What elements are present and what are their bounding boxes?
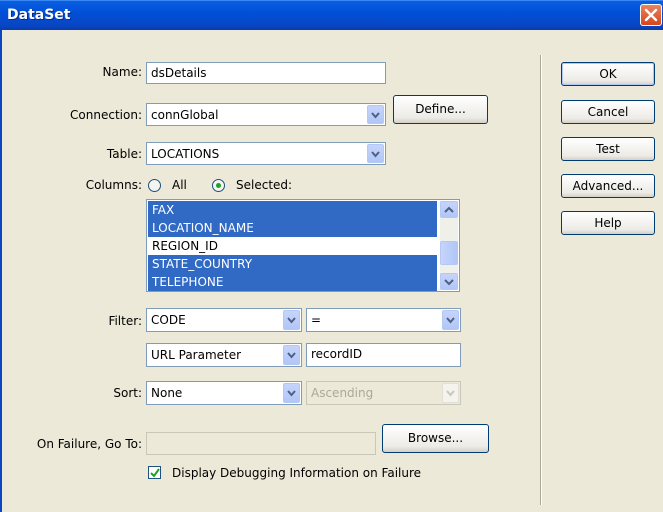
scroll-up-button[interactable] [440,201,458,218]
debug-checkbox-label: Display Debugging Information on Failure [172,466,422,480]
define-button-label: Define... [415,102,466,116]
filter-column-value: CODE [151,313,186,327]
dataset-dialog: DataSet Name: dsDetails Connection: conn… [0,0,663,512]
test-button[interactable]: Test [561,137,655,161]
checkmark-icon [150,468,160,478]
close-button[interactable] [640,4,662,26]
filter-source-select[interactable]: URL Parameter [146,343,302,367]
browse-button[interactable]: Browse... [382,424,489,453]
chevron-up-icon [444,206,454,213]
chevron-down-icon[interactable] [367,144,384,163]
test-button-label: Test [596,142,620,156]
list-item-label: STATE_COUNTRY [152,257,253,271]
columns-label: Columns: [85,178,142,192]
ok-button-label: OK [599,67,617,81]
scroll-thumb[interactable] [440,241,458,265]
window-title: DataSet [7,7,71,23]
cancel-button-label: Cancel [587,105,629,119]
list-item[interactable]: LOCATION_NAME [148,219,437,237]
filter-column-select[interactable]: CODE [146,308,302,332]
sort-column-value: None [151,386,183,400]
on-failure-input [146,432,376,455]
chevron-down-icon[interactable] [283,383,300,403]
chevron-down-icon[interactable] [283,345,300,365]
sort-order-select: Ascending [306,381,461,405]
define-button[interactable]: Define... [393,95,488,124]
connection-select[interactable]: connGlobal [146,103,386,126]
chevron-down-icon [444,279,454,286]
filter-source-value: URL Parameter [151,348,242,362]
connection-value: connGlobal [151,108,219,122]
list-item-label: REGION_ID [152,239,218,253]
table-label: Table: [106,147,142,161]
listbox-scrollbar[interactable] [440,201,458,290]
list-item[interactable]: REGION_ID [148,237,437,255]
columns-selected-label: Selected: [236,178,293,192]
filter-label: Filter: [108,314,142,328]
columns-listbox[interactable]: FAX LOCATION_NAME REGION_ID STATE_COUNTR… [146,199,460,292]
sort-order-value: Ascending [311,386,374,400]
vertical-divider [540,55,542,505]
list-item-label: TELEPHONE [152,275,224,289]
debug-checkbox[interactable] [148,466,161,479]
chevron-down-icon[interactable] [367,105,384,124]
browse-button-label: Browse... [407,431,464,445]
filter-operator-value: = [311,313,322,327]
list-item[interactable]: STATE_COUNTRY [148,255,437,273]
columns-selected-radio[interactable] [212,179,225,192]
advanced-button-label: Advanced... [572,179,644,193]
table-select[interactable]: LOCATIONS [146,142,386,165]
help-button-label: Help [594,216,622,230]
connection-label: Connection: [70,108,142,122]
list-item-label: LOCATION_NAME [152,221,254,235]
list-item-label: FAX [152,203,175,217]
sort-column-select[interactable]: None [146,381,302,405]
advanced-button[interactable]: Advanced... [561,174,655,198]
radio-selected-dot [216,183,221,188]
columns-all-label: All [172,178,187,192]
scroll-down-button[interactable] [440,273,458,290]
sort-label: Sort: [113,386,142,400]
chevron-down-icon[interactable] [442,310,459,330]
filter-value-input[interactable]: recordID [306,343,461,367]
title-bar[interactable]: DataSet [0,0,663,30]
on-failure-label: On Failure, Go To: [36,437,142,451]
name-label: Name: [102,65,142,79]
ok-button[interactable]: OK [561,62,655,86]
help-button[interactable]: Help [561,211,655,235]
list-item[interactable]: TELEPHONE [148,273,437,291]
filter-operator-select[interactable]: = [306,308,461,332]
window-border [0,30,2,512]
name-input[interactable]: dsDetails [146,62,386,84]
list-item[interactable]: FAX [148,201,437,219]
table-value: LOCATIONS [151,147,220,161]
cancel-button[interactable]: Cancel [561,100,655,124]
chevron-down-icon [442,383,459,403]
columns-all-radio[interactable] [148,179,161,192]
chevron-down-icon[interactable] [283,310,300,330]
